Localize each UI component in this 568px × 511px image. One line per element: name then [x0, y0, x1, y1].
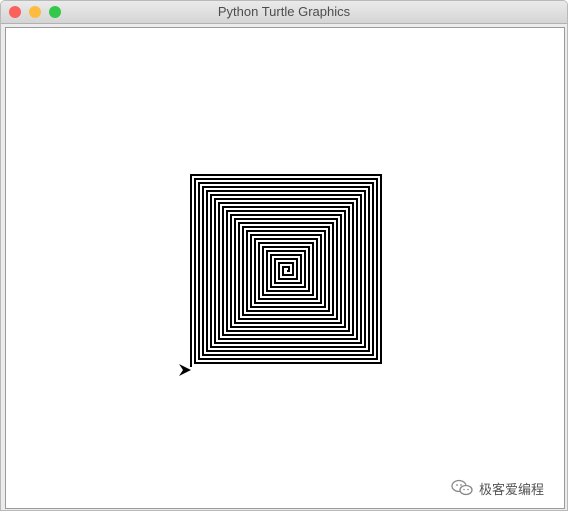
square-spiral-drawing	[190, 174, 382, 367]
wechat-icon	[451, 479, 473, 496]
watermark: 极客爱编程	[451, 478, 544, 498]
turtle-canvas[interactable]	[6, 28, 564, 508]
window-title: Python Turtle Graphics	[217, 4, 351, 19]
turtle-arrow-icon	[179, 364, 191, 376]
turtle-window: Python Turtle Graphics 极客爱编程	[0, 0, 568, 511]
spiral-path	[190, 174, 382, 367]
turtle-canvas-area[interactable]	[5, 27, 565, 509]
watermark-text: 极客爱编程	[479, 481, 545, 497]
title-bar[interactable]: Python Turtle Graphics	[1, 1, 567, 24]
